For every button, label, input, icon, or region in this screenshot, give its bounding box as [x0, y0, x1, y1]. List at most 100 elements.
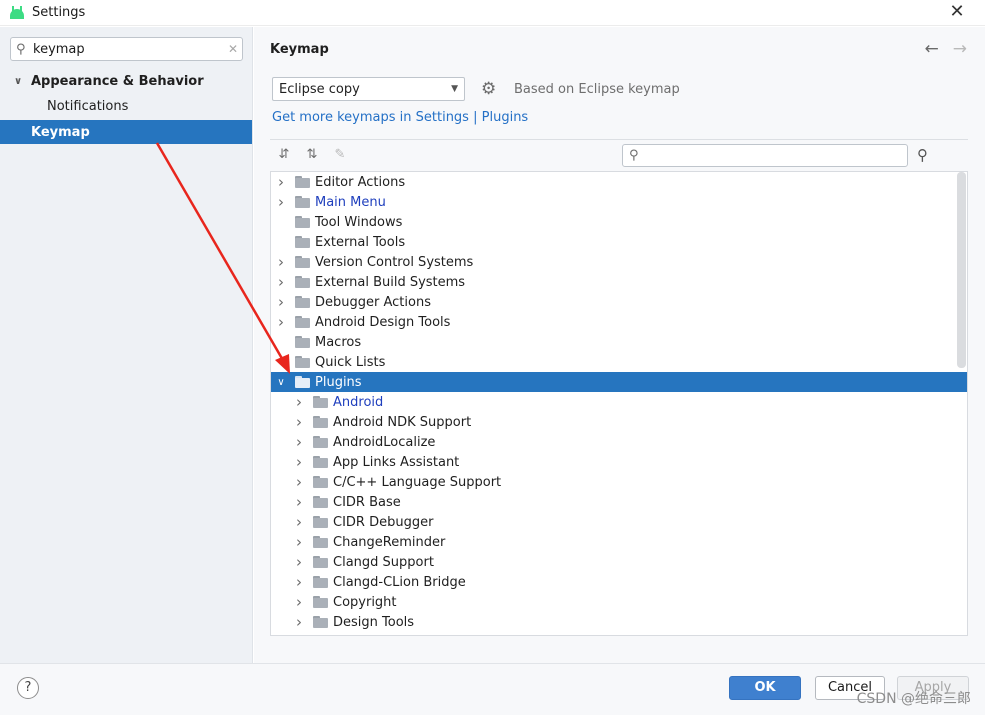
expand-all-icon[interactable]: ⇵ [276, 147, 292, 163]
plugin-tree-row[interactable]: › Copyright [271, 592, 957, 612]
folder-icon [313, 576, 329, 588]
tree-row-label: CIDR Debugger [333, 514, 434, 530]
tree-row[interactable]: › Editor Actions [271, 172, 957, 192]
tree-row-label: Android NDK Support [333, 414, 472, 430]
sidebar-item-notifications[interactable]: Notifications [0, 94, 252, 118]
plugin-tree-row[interactable]: › Design Tools [271, 612, 957, 632]
help-button[interactable]: ? [17, 677, 39, 699]
history-nav: ← → [925, 39, 968, 59]
close-icon[interactable]: ✕ [947, 2, 967, 22]
chevron-right-icon[interactable]: › [293, 453, 305, 471]
chevron-right-icon[interactable]: › [293, 573, 305, 591]
tree-row[interactable]: Quick Lists [271, 352, 957, 372]
folder-icon [295, 316, 311, 328]
tree-row-label: External Build Systems [315, 274, 466, 290]
settings-search-field[interactable]: ⚲ ✕ [10, 37, 243, 61]
keymap-action-tree: › Editor Actions › Main Menu Tool Windows Ext… [270, 171, 968, 636]
chevron-down-icon[interactable]: ∨ [14, 76, 26, 87]
sidebar-item-appearance-behavior[interactable]: ∨ Appearance & Behavior [0, 69, 252, 93]
plugin-tree-row[interactable]: › Android NDK Support [271, 412, 957, 432]
chevron-right-icon[interactable]: › [293, 533, 305, 551]
settings-search-input[interactable] [33, 41, 224, 57]
folder-icon [295, 256, 311, 268]
chevron-right-icon[interactable]: › [275, 313, 287, 331]
plugin-tree-row[interactable]: › C/C++ Language Support [271, 472, 957, 492]
chevron-right-icon[interactable]: › [293, 553, 305, 571]
get-more-keymaps-link[interactable]: Get more keymaps in Settings [272, 110, 469, 125]
tree-row[interactable]: › Debugger Actions [271, 292, 957, 312]
chevron-right-icon[interactable]: › [293, 393, 305, 411]
tree-scrollbar[interactable] [957, 172, 966, 368]
folder-icon [295, 356, 311, 368]
forward-arrow-icon[interactable]: → [953, 39, 967, 59]
folder-icon [313, 436, 329, 448]
settings-sidebar: ⚲ ✕ ∨ Appearance & Behavior Notification… [0, 27, 253, 663]
tree-row[interactable]: Macros [271, 332, 957, 352]
chevron-right-icon[interactable]: › [275, 173, 287, 191]
gear-icon[interactable]: ⚙ [481, 79, 496, 99]
plugin-tree-row[interactable]: › Clangd Support [271, 552, 957, 572]
keymap-panel: Keymap ← → Eclipse copy ▼ ⚙ Based on Ecl… [254, 27, 985, 663]
chevron-right-icon[interactable]: › [293, 513, 305, 531]
action-search-input[interactable] [645, 148, 907, 163]
tree-row[interactable]: Tool Windows [271, 212, 957, 232]
chevron-right-icon[interactable]: › [275, 193, 287, 211]
clear-icon[interactable]: ✕ [224, 42, 242, 56]
folder-icon [313, 556, 329, 568]
folder-icon [295, 276, 311, 288]
tree-row-label: CIDR Base [333, 494, 401, 510]
collapse-all-icon[interactable]: ⇅ [304, 147, 320, 163]
plugin-tree-row[interactable]: › Android [271, 392, 957, 412]
folder-icon [313, 596, 329, 608]
tree-toolbar: ⇵ ⇅ ✎ [276, 147, 348, 163]
back-arrow-icon[interactable]: ← [925, 39, 939, 59]
folder-icon [313, 476, 329, 488]
based-on-label: Based on Eclipse keymap [514, 82, 680, 97]
plugin-tree-row[interactable]: › App Links Assistant [271, 452, 957, 472]
tree-row-label: External Tools [315, 234, 406, 250]
link-separator: | [473, 110, 478, 125]
chevron-right-icon[interactable]: › [293, 613, 305, 631]
plugin-tree-row[interactable]: › CIDR Debugger [271, 512, 957, 532]
tree-row-label: Editor Actions [315, 174, 406, 190]
tree-row[interactable]: ∨ Plugins [271, 372, 967, 392]
tree-row-label: Android Design Tools [315, 314, 451, 330]
plugin-tree-row[interactable]: › CIDR Base [271, 492, 957, 512]
tree-row[interactable]: External Tools [271, 232, 957, 252]
chevron-right-icon[interactable]: › [293, 593, 305, 611]
tree-row-label: ChangeReminder [333, 534, 446, 550]
ok-button[interactable]: OK [729, 676, 801, 700]
keymap-dropdown[interactable]: Eclipse copy ▼ [272, 77, 465, 101]
plugins-link[interactable]: Plugins [482, 110, 529, 125]
chevron-right-icon[interactable]: › [275, 253, 287, 271]
chevron-right-icon[interactable]: › [293, 473, 305, 491]
tree-row[interactable]: › Main Menu [271, 192, 957, 212]
keymap-dropdown-value: Eclipse copy [279, 81, 360, 97]
tree-row-label: Version Control Systems [315, 254, 474, 270]
action-search-field[interactable]: ⚲ [622, 144, 908, 167]
folder-icon [295, 216, 311, 228]
find-by-shortcut-icon[interactable]: ⚲ [917, 146, 928, 164]
chevron-right-icon[interactable]: › [293, 493, 305, 511]
chevron-right-icon[interactable]: › [293, 413, 305, 431]
tree-row[interactable]: › External Build Systems [271, 272, 957, 292]
edit-pencil-icon[interactable]: ✎ [332, 147, 348, 163]
folder-icon [313, 616, 329, 628]
search-icon: ⚲ [629, 148, 639, 163]
tree-row-label: Macros [315, 334, 362, 350]
folder-icon [313, 536, 329, 548]
tree-row[interactable]: › Android Design Tools [271, 312, 957, 332]
plugin-tree-row[interactable]: › ChangeReminder [271, 532, 957, 552]
chevron-right-icon[interactable]: › [293, 433, 305, 451]
plugin-tree-row[interactable]: › AndroidLocalize [271, 432, 957, 452]
tree-row-label: Quick Lists [315, 354, 386, 370]
chevron-down-icon[interactable]: ∨ [275, 377, 287, 388]
chevron-right-icon[interactable]: › [275, 273, 287, 291]
sidebar-item-keymap[interactable]: Keymap [0, 120, 252, 144]
title-bar: Settings ✕ [0, 0, 985, 26]
plugin-tree-row[interactable]: › Clangd-CLion Bridge [271, 572, 957, 592]
tree-row[interactable]: › Version Control Systems [271, 252, 957, 272]
folder-icon [295, 236, 311, 248]
chevron-right-icon[interactable]: › [275, 293, 287, 311]
folder-icon [295, 296, 311, 308]
